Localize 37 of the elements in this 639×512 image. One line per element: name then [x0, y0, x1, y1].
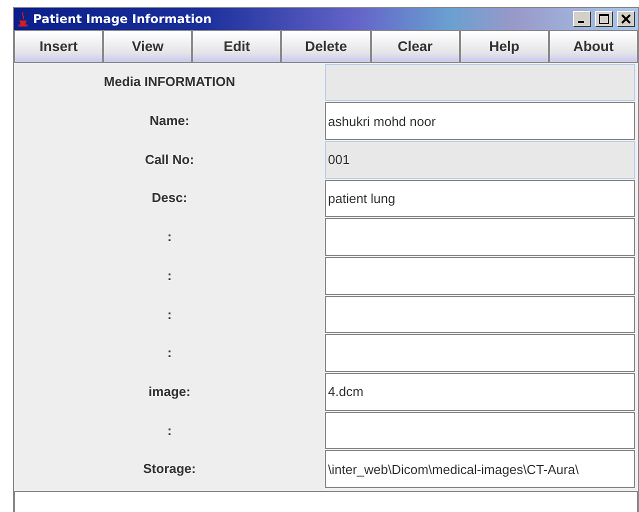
text-field[interactable]	[325, 296, 635, 334]
minimize-icon	[578, 21, 584, 24]
field-label: Desc:	[150, 189, 188, 208]
toolbar-button[interactable]: Delete	[281, 30, 371, 63]
field-label: :	[166, 266, 173, 285]
toolbar-button[interactable]: Help	[460, 30, 549, 63]
toolbar-button[interactable]: Edit	[192, 30, 282, 63]
field-label: Call No:	[144, 150, 196, 169]
field-label: Media INFORMATION	[102, 73, 236, 92]
minimize-button[interactable]	[573, 10, 591, 27]
text-field[interactable]	[325, 64, 635, 102]
field-label: :	[166, 422, 173, 440]
field-label: :	[166, 344, 173, 362]
text-field[interactable]: ashukri mohd noor	[325, 102, 635, 140]
field-label: :	[166, 306, 173, 324]
text-field[interactable]	[325, 257, 635, 295]
toolbar-button[interactable]: View	[103, 30, 192, 63]
toolbar-button[interactable]: Clear	[370, 30, 460, 63]
field-label: Storage:	[142, 460, 197, 478]
text-field[interactable]: patient lung	[325, 180, 635, 218]
maximize-button[interactable]	[595, 10, 613, 27]
text-field[interactable]: \inter_web\Dicom\medical-images\CT-Aura\	[325, 450, 635, 488]
text-field[interactable]: 001	[325, 140, 635, 179]
field-label: image:	[148, 382, 192, 401]
field-label: :	[166, 228, 173, 246]
toolbar-button[interactable]: Insert	[14, 30, 104, 63]
toolbar-button[interactable]: About	[548, 30, 638, 63]
field-label: Name:	[148, 112, 190, 130]
text-field[interactable]	[325, 412, 635, 450]
text-field[interactable]: 4.dcm	[325, 373, 635, 411]
text-field[interactable]	[325, 218, 635, 256]
close-button[interactable]	[617, 10, 635, 27]
close-icon	[621, 14, 631, 24]
text-field[interactable]	[325, 334, 635, 372]
window-title: Patient Image Information	[33, 12, 213, 26]
maximize-icon	[599, 14, 609, 24]
app-icon	[17, 10, 29, 27]
